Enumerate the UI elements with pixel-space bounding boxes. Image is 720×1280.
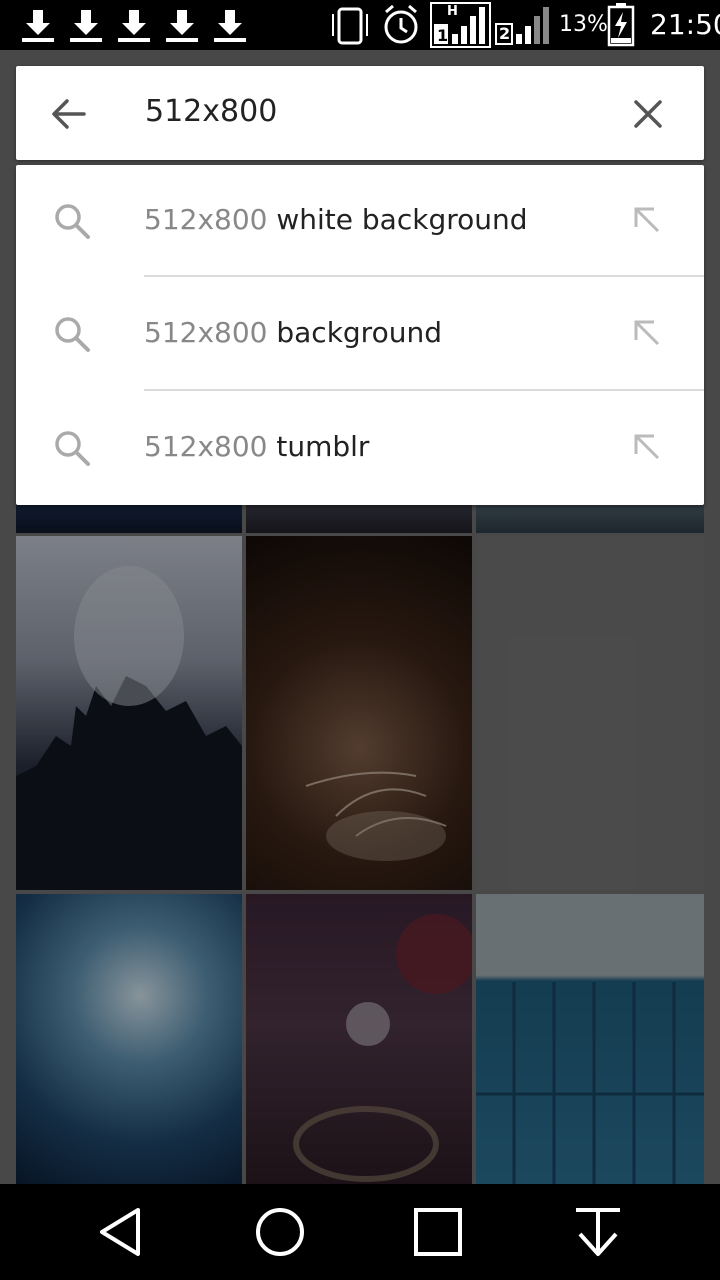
back-triangle-icon[interactable] xyxy=(92,1202,152,1262)
suggestion-completion: background xyxy=(267,316,442,349)
search-bar: 512x800 xyxy=(16,66,704,160)
download-arrow-icon[interactable] xyxy=(568,1202,628,1262)
suggestion-text: 512x800 tumblr xyxy=(144,430,369,463)
divider xyxy=(144,275,704,277)
download-icon xyxy=(118,10,150,42)
navigation-bar xyxy=(0,1184,720,1280)
clock-time: 21:50 xyxy=(650,8,720,41)
battery-charging-icon xyxy=(607,3,635,47)
download-icon xyxy=(214,10,246,42)
network-type-label: H xyxy=(447,4,458,19)
search-icon xyxy=(55,431,90,466)
suggestion-text: 512x800 background xyxy=(144,316,442,349)
vibrate-icon xyxy=(332,7,368,45)
suggestion-text: 512x800 white background xyxy=(144,203,528,236)
search-icon xyxy=(55,204,90,239)
suggestion-item[interactable]: 512x800 tumblr xyxy=(16,392,704,505)
alarm-icon xyxy=(384,4,418,44)
suggestion-item[interactable]: 512x800 background xyxy=(16,278,704,391)
suggestion-item[interactable]: 512x800 white background xyxy=(16,165,704,278)
fill-query-arrow-icon[interactable] xyxy=(630,430,666,466)
status-bar: H 1 2 13% 21:50 xyxy=(0,0,720,50)
download-icon xyxy=(166,10,198,42)
suggestion-prefix: 512x800 xyxy=(144,430,268,463)
back-arrow-icon[interactable] xyxy=(46,92,90,136)
sim2-label: 2 xyxy=(499,24,511,43)
fill-query-arrow-icon[interactable] xyxy=(630,203,666,239)
home-circle-icon[interactable] xyxy=(250,1202,310,1262)
sim1-label: 1 xyxy=(437,26,449,45)
search-suggestions: 512x800 white background 512x800 backgro… xyxy=(16,165,704,505)
search-input[interactable]: 512x800 xyxy=(145,94,277,129)
suggestion-completion: white background xyxy=(267,203,528,236)
close-icon[interactable] xyxy=(626,92,670,136)
fill-query-arrow-icon[interactable] xyxy=(630,316,666,352)
suggestion-completion: tumblr xyxy=(267,430,370,463)
download-icon xyxy=(70,10,102,42)
divider xyxy=(144,389,704,391)
suggestion-prefix: 512x800 xyxy=(144,203,268,236)
search-icon xyxy=(55,317,90,352)
suggestion-prefix: 512x800 xyxy=(144,316,268,349)
battery-percent: 13% xyxy=(559,12,608,37)
recents-square-icon[interactable] xyxy=(408,1202,468,1262)
download-icon xyxy=(22,10,54,42)
